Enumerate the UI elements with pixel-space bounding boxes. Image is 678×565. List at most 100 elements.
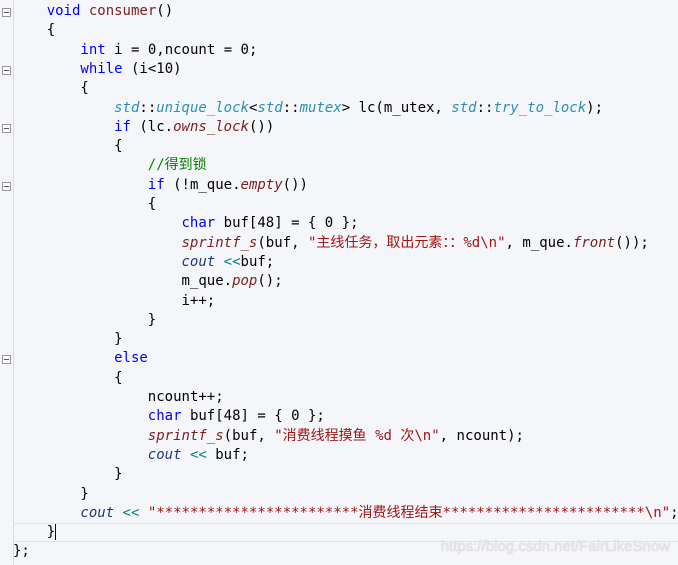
code-line[interactable]: cout <<buf; [13, 253, 275, 272]
code-line[interactable]: char buf[48] = { 0 }; [13, 214, 359, 233]
code-token: << [223, 253, 241, 270]
code-token: m_que. [181, 273, 233, 290]
code-token: { [114, 138, 123, 155]
code-line[interactable]: } [13, 485, 88, 504]
code-token: sprintf_s [147, 427, 224, 444]
fold-gutter [0, 0, 14, 565]
code-line[interactable]: std::unique_lock<std::mutex> lc(m_utex, … [13, 99, 603, 118]
code-token: } [46, 524, 56, 541]
collapse-toggle-icon[interactable] [2, 123, 11, 133]
code-token: "主线任务，取出元素：：%d\n" [307, 234, 506, 251]
code-line[interactable]: //得到锁 [13, 156, 207, 175]
code-token: if [147, 176, 165, 193]
code-token: ; [670, 504, 678, 521]
code-token: ()); [615, 234, 649, 251]
code-token: cout [181, 253, 216, 270]
code-line[interactable]: m_que.pop(); [13, 272, 283, 291]
code-line[interactable]: cout << buf; [13, 446, 249, 465]
code-line[interactable]: } [13, 330, 123, 349]
code-line[interactable]: char buf[48] = { 0 }; [13, 407, 325, 426]
code-line[interactable]: { [13, 195, 156, 214]
collapse-toggle-icon[interactable] [2, 355, 11, 365]
code-token: } [114, 331, 123, 348]
code-token: front [572, 234, 616, 251]
code-token: > lc(m_utex, [341, 99, 452, 116]
code-line[interactable]: { [13, 79, 89, 98]
code-token: void [46, 3, 81, 19]
code-token: buf[48] = { 0 }; [215, 215, 359, 232]
code-line[interactable]: i++; [13, 292, 216, 311]
code-line[interactable]: } [13, 311, 156, 330]
code-token: mutex [299, 99, 342, 116]
code-token: try_to_lock [493, 99, 587, 116]
text-caret [55, 524, 57, 541]
code-token: "消费线程摸鱼 %d 次\n" [274, 427, 440, 444]
code-token: :: [476, 99, 494, 116]
code-token: cout [147, 446, 182, 463]
code-token: (!m_que. [164, 176, 241, 193]
code-line[interactable]: } [13, 465, 122, 484]
code-line[interactable]: { [13, 137, 123, 156]
code-token: std [451, 99, 477, 116]
code-token: ()) [282, 176, 308, 193]
code-token: , m_que. [505, 234, 573, 251]
code-line[interactable]: sprintf_s(buf, "主线任务，取出元素：：%d\n", m_que.… [13, 234, 649, 253]
code-token: buf[48] = { 0 }; [181, 408, 325, 425]
collapse-toggle-icon[interactable] [2, 181, 11, 191]
code-token: //得到锁 [147, 157, 207, 174]
code-token: (buf, [257, 234, 308, 251]
code-token: else [114, 350, 148, 367]
code-token: pop [232, 273, 258, 290]
code-line[interactable]: if (lc.owns_lock()) [13, 118, 274, 137]
code-token: empty [240, 176, 283, 193]
code-token: (); [257, 273, 283, 290]
code-token: sprintf_s [181, 234, 258, 251]
code-token: std [114, 99, 140, 116]
code-line[interactable]: if (!m_que.empty()) [13, 176, 308, 195]
watermark: https://blog.csdn.net/FairLikeSnow [440, 538, 670, 555]
code-line[interactable]: { [13, 369, 123, 388]
code-token: { [80, 80, 89, 97]
code-token: ()) [248, 118, 275, 135]
code-token: << [122, 504, 140, 521]
code-line[interactable]: }; [13, 542, 30, 561]
collapse-toggle-icon[interactable] [2, 65, 11, 75]
code-line[interactable]: else [13, 349, 148, 368]
code-token: char [181, 215, 216, 232]
code-token: cout [80, 504, 115, 521]
code-token: if [114, 118, 131, 135]
code-token: { [46, 22, 56, 39]
code-token: consumer [88, 3, 157, 19]
code-token: ); [586, 99, 604, 116]
code-token: :: [282, 99, 300, 116]
code-token: std [257, 99, 283, 116]
code-line[interactable]: void consumer() [13, 2, 173, 21]
code-editor[interactable]: void consumer(){int i = 0,ncount = 0; whi… [0, 0, 678, 565]
code-token: { [114, 369, 123, 386]
code-token: :: [139, 99, 157, 116]
code-token: int [80, 41, 106, 58]
code-token: (buf, [223, 427, 275, 444]
code-token: owns_lock [173, 118, 249, 135]
code-token: char [147, 408, 182, 425]
code-line[interactable]: cout << "************************消费线程结束*… [13, 504, 678, 523]
code-line[interactable]: ncount++; [13, 388, 224, 407]
code-line[interactable]: int i = 0,ncount = 0; [13, 41, 257, 60]
code-token: , ncount); [439, 427, 524, 444]
code-token: "************************消费线程结束*********… [147, 504, 671, 521]
code-token: } [147, 311, 157, 328]
collapse-toggle-icon[interactable] [2, 8, 11, 17]
code-line[interactable]: while (i<10) [13, 60, 182, 79]
code-token: ncount++; [147, 389, 224, 405]
code-token: unique_lock [156, 99, 249, 116]
code-line[interactable]: { [13, 21, 55, 40]
code-line[interactable]: sprintf_s(buf, "消费线程摸鱼 %d 次\n", ncount); [13, 427, 524, 446]
code-token: (i<10) [122, 60, 182, 77]
code-token: () [156, 3, 174, 19]
code-token: << [189, 446, 207, 463]
